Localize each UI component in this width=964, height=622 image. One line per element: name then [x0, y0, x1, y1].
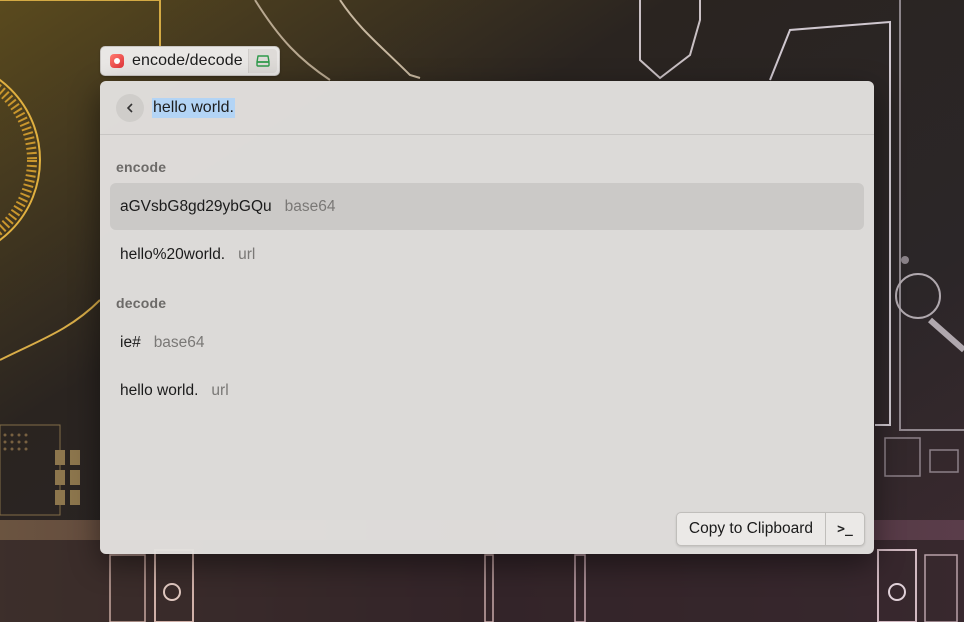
item-kind: base64	[153, 333, 205, 351]
item-value: hello%20world.	[120, 245, 226, 263]
action-bar: Copy to Clipboard >_	[675, 512, 865, 546]
search-input[interactable]: hello world.	[152, 97, 235, 118]
launcher-panel: hello world. encode aGVsbG8gd29ybGQu bas…	[100, 81, 874, 554]
item-kind: url	[238, 245, 256, 263]
item-kind: url	[211, 381, 229, 399]
item-kind: base64	[284, 197, 336, 215]
command-tag[interactable]: encode/decode	[100, 46, 280, 76]
list-item[interactable]: hello%20world. url	[110, 231, 864, 278]
copy-to-clipboard-button[interactable]: Copy to Clipboard	[677, 513, 826, 545]
chevron-left-icon	[126, 102, 133, 113]
search-bar: hello world.	[100, 81, 874, 135]
section-title-decode: decode	[116, 295, 167, 311]
disk-icon[interactable]	[248, 49, 277, 73]
list-item[interactable]: aGVsbG8gd29ybGQu base64	[110, 183, 864, 230]
raycast-icon	[110, 54, 124, 68]
back-button[interactable]	[116, 93, 144, 122]
terminal-icon[interactable]: >_	[826, 513, 864, 545]
list-item[interactable]: ie# base64	[110, 319, 864, 366]
item-value: ie#	[120, 333, 141, 351]
command-name: encode/decode	[132, 52, 243, 69]
list-item[interactable]: hello world. url	[110, 367, 864, 414]
item-value: aGVsbG8gd29ybGQu	[120, 197, 272, 215]
section-title-encode: encode	[116, 159, 167, 175]
item-value: hello world.	[120, 381, 199, 399]
